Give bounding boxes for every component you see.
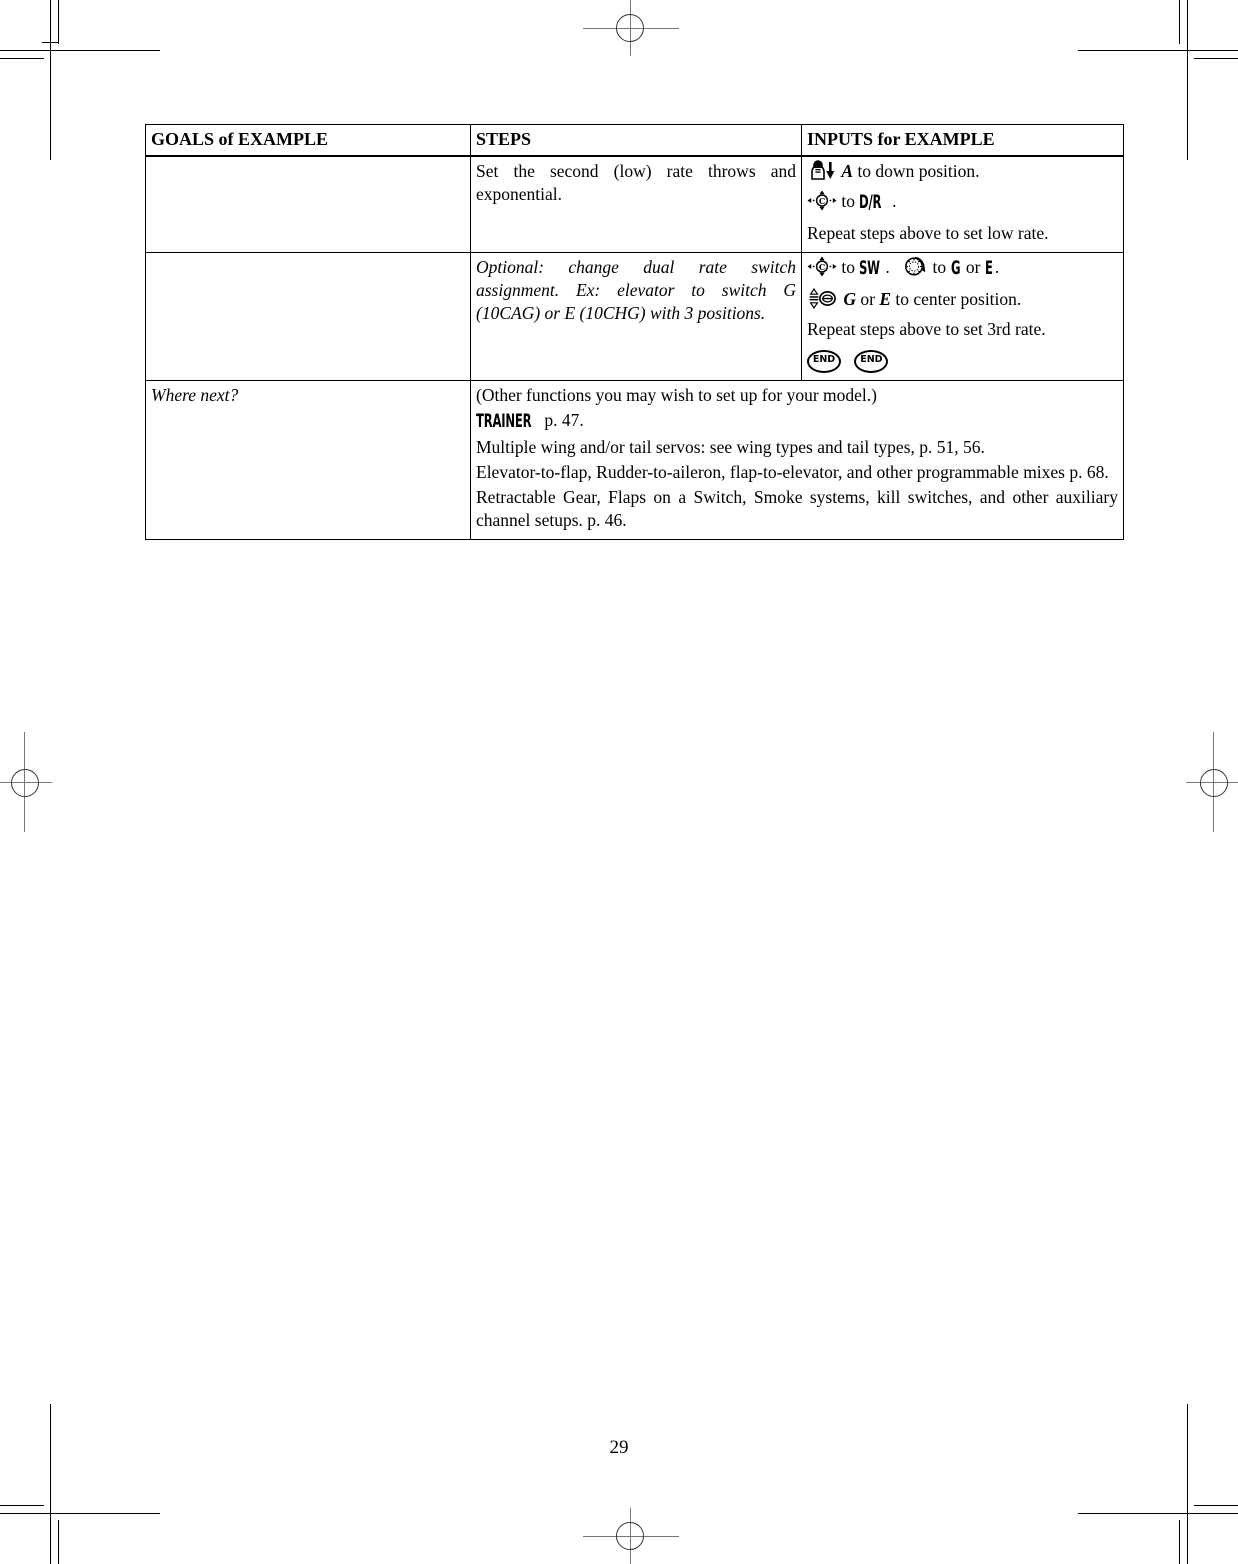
cursor-pad-icon: C [807,190,837,211]
goals-cell [145,155,471,254]
registration-mark-bottom-center [583,1508,679,1564]
table-header-row: GOALS of EXAMPLE STEPS INPUTS for EXAMPL… [145,123,1124,157]
setup-guide-table: GOALS of EXAMPLE STEPS INPUTS for EXAMPL… [145,123,1124,541]
input-line-pre: to [841,190,855,211]
end-button[interactable]: END [807,349,841,373]
goals-cell: Where next? [145,379,471,541]
where-next-label: Where next? [151,384,239,405]
where-next-text: Elevator-to-flap, Rudder-to-aileron, fla… [476,462,1109,483]
input-line: C to D/R. [807,190,1118,215]
svg-text:C: C [819,262,825,272]
rotary-dial-icon [902,256,928,277]
input-switch-letter: A [841,160,854,181]
where-next-line: (Other functions you may wish to set up … [476,384,1118,407]
table-row: Where next? (Other functions you may wis… [145,379,1124,541]
toggle-switch-down-icon [807,159,837,181]
input-mode-label-dr: D/R [859,190,882,213]
input-mode-label-sw: SW [859,257,881,280]
input-line: G or E to center position. [807,287,1118,311]
input-repeat-text: Repeat steps above to set 3rd rate. [807,319,1046,340]
input-line-text: to down position. [853,160,980,181]
input-line-pre2: to [932,257,947,278]
input-line-end-buttons: END END [807,348,1118,373]
table-row: Set the second (low) rate throws and exp… [145,155,1124,254]
registration-mark-top-center [583,0,679,56]
where-next-text: (Other functions you may wish to set up … [476,384,877,405]
input-repeat-text: Repeat steps above to set low rate. [807,222,1049,243]
where-next-text: Retractable Gear, Flaps on a Switch, Smo… [476,487,1118,531]
where-next-cell: (Other functions you may wish to set up … [470,379,1124,541]
column-header-steps: STEPS [470,123,802,157]
input-line: A to down position. [807,159,1118,183]
steps-cell: Set the second (low) rate throws and exp… [470,155,802,254]
input-switch-letter-g: G [843,289,857,310]
input-line: Repeat steps above to set low rate. [807,222,1118,245]
goals-cell [145,252,471,381]
input-line-end: . [994,257,1000,278]
lever-updown-icon [807,287,839,310]
steps-text: Optional: change dual rate switch assign… [476,257,796,324]
inputs-cell: C to SW. to G or E . G or E to center po… [801,252,1124,381]
where-next-line: TRAINER p. 47. [476,409,1118,434]
input-switch-letter-e: E [879,289,892,310]
end-button[interactable]: END [854,349,889,373]
page-number: 29 [609,1437,629,1458]
where-next-line: Retractable Gear, Flaps on a Switch, Smo… [476,486,1118,532]
inputs-cell: A to down position. C to D/R . Repeat st… [801,155,1124,254]
where-next-line: Multiple wing and/or tail servos: see wi… [476,436,1118,459]
input-line-mid: . [885,257,890,278]
input-line-pre: to [841,257,855,278]
table-row: Optional: change dual rate switch assign… [145,252,1124,381]
input-line: C to SW. to G or E . [807,256,1118,281]
steps-text: Set the second (low) rate throws and exp… [476,160,796,204]
input-switch-label-g: G [950,257,961,280]
where-next-text: p. 47. [540,409,584,430]
where-next-text: Multiple wing and/or tail servos: see wi… [476,436,985,457]
steps-cell: Optional: change dual rate switch assign… [470,252,802,381]
registration-mark-mid-left [0,732,56,832]
where-next-line: Elevator-to-flap, Rudder-to-aileron, fla… [476,461,1118,484]
page-content: GOALS of EXAMPLE STEPS INPUTS for EXAMPL… [145,123,1124,541]
svg-text:C: C [819,196,825,206]
input-switch-label-e: E [984,257,993,280]
column-header-goals: GOALS of EXAMPLE [145,123,471,157]
input-line: Repeat steps above to set 3rd rate. [807,318,1118,341]
column-header-inputs: INPUTS for EXAMPLE [801,123,1124,157]
input-line-post: . [892,190,897,211]
registration-mark-mid-right [1182,732,1238,832]
input-line-or: or [856,289,880,310]
cursor-pad-icon: C [807,256,837,277]
input-line-or: or [965,257,981,278]
trainer-label: TRAINER [476,409,532,432]
input-line-text: to center position. [891,289,1022,310]
